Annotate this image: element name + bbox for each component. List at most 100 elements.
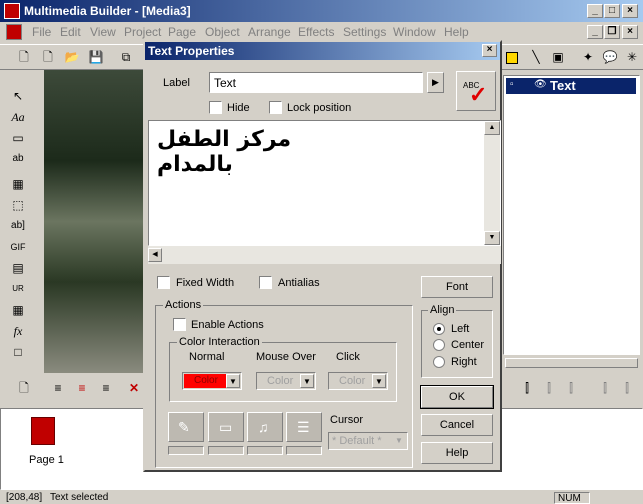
layer-stack-icon[interactable]: ≡	[96, 378, 116, 398]
scroll-up-button[interactable]: ▲	[484, 121, 500, 135]
antialias-checkbox[interactable]	[259, 276, 272, 289]
click-color-arrow[interactable]: ▼	[372, 374, 386, 388]
wand-icon[interactable]: ✦	[578, 47, 598, 67]
panel-scrollbar[interactable]	[505, 358, 638, 368]
page-thumbnail-icon[interactable]	[31, 417, 55, 445]
click-color-combo[interactable]: Color ▼	[328, 372, 388, 390]
table-tool-icon[interactable]: ▦	[8, 300, 28, 320]
mouseover-color-label: Color	[267, 375, 294, 387]
distribute-h-icon[interactable]: ⫿	[595, 378, 615, 398]
script-action-button[interactable]: ✎	[168, 412, 204, 442]
label-tool-icon[interactable]: ab	[8, 149, 28, 169]
open-icon[interactable]: 📂	[62, 47, 82, 67]
menu-help[interactable]: Help	[444, 25, 469, 39]
menu-page[interactable]: Page	[168, 25, 196, 39]
dialog-titlebar: Text Properties ×	[145, 42, 500, 60]
new-icon[interactable]: 🗋	[14, 47, 34, 67]
label-input[interactable]: Text	[209, 72, 423, 93]
page-canvas[interactable]	[44, 70, 149, 373]
page-action-indicator	[208, 446, 244, 455]
sound-action-button[interactable]: ♫	[247, 412, 283, 442]
rectangle-icon[interactable]	[506, 52, 518, 64]
menu-settings[interactable]: Settings	[343, 25, 386, 39]
menu-effects[interactable]: Effects	[298, 25, 334, 39]
spellcheck-button[interactable]: ABC ✓	[456, 71, 496, 111]
hotspot-tool-icon[interactable]: ⬚	[8, 195, 28, 215]
rect-tool-icon[interactable]: □	[8, 342, 28, 362]
maximize-button[interactable]: □	[604, 4, 620, 18]
doc-restore-button[interactable]: ❐	[604, 25, 620, 39]
text-scrollbar[interactable]: ▲ ▼	[484, 121, 500, 245]
new-page-toolbar-icon[interactable]: 🗋	[14, 378, 34, 398]
menu-view[interactable]: View	[90, 25, 116, 39]
mouseover-color-arrow[interactable]: ▼	[300, 374, 314, 388]
align-left-icon[interactable]: ⫿	[517, 378, 537, 398]
video-tool-icon[interactable]: ▤	[8, 258, 28, 278]
menu-object[interactable]: Object	[205, 25, 240, 39]
scroll-left-button[interactable]: ◀	[148, 248, 162, 262]
page-label[interactable]: Page 1	[29, 454, 64, 466]
fx-tool-icon[interactable]: fx	[8, 321, 28, 341]
doc-close-button[interactable]: ×	[622, 25, 638, 39]
save-icon[interactable]: 💾	[86, 47, 106, 67]
help-button[interactable]: Help	[421, 442, 493, 464]
dialog-close-button[interactable]: ×	[482, 44, 497, 57]
dialog-title: Text Properties	[148, 44, 235, 58]
tooltip-action-button[interactable]: ☰	[286, 412, 322, 442]
document-icon[interactable]	[6, 24, 22, 40]
menu-project[interactable]: Project	[124, 25, 161, 39]
bitmap-tool-icon[interactable]: ▦	[8, 174, 28, 194]
image-icon[interactable]: ▣	[548, 47, 568, 67]
enable-actions-checkbox[interactable]	[173, 318, 186, 331]
hide-checkbox[interactable]	[209, 101, 222, 114]
layer-red-icon[interactable]: ≡	[72, 378, 92, 398]
align-right-icon[interactable]: ⫿	[561, 378, 581, 398]
doc-minimize-button[interactable]: _	[587, 25, 603, 39]
text-editor[interactable]: مركز الطفل بالمدام ▲ ▼	[148, 120, 501, 246]
normal-color-arrow[interactable]: ▼	[226, 374, 240, 388]
cursor-arrow[interactable]: ▼	[392, 434, 406, 448]
align-right-radio[interactable]	[433, 356, 445, 368]
actions-group-title: Actions	[163, 299, 204, 311]
input-tool-icon[interactable]: ab]	[8, 216, 28, 236]
url-tool-icon[interactable]: UR	[8, 279, 28, 299]
speech-icon[interactable]: 💬	[600, 47, 620, 67]
pointer-icon[interactable]: ↖	[8, 86, 28, 106]
mouseover-color-combo[interactable]: Color ▼	[256, 372, 316, 390]
layer-icon[interactable]: ≡	[48, 378, 68, 398]
distribute-v-icon[interactable]: ⫿	[617, 378, 637, 398]
cursor-combo[interactable]: * Default * ▼	[328, 432, 408, 450]
page-action-button[interactable]: ▭	[208, 412, 244, 442]
close-button[interactable]: ×	[622, 4, 638, 18]
lock-position-checkbox[interactable]	[269, 101, 282, 114]
button-tool-icon[interactable]: ▭	[8, 128, 28, 148]
cancel-button[interactable]: Cancel	[421, 414, 493, 436]
sparkle-icon[interactable]: ✳	[622, 47, 642, 67]
menu-arrange[interactable]: Arrange	[248, 25, 291, 39]
label-arrow-button[interactable]: ▶	[427, 72, 444, 93]
text-tool-icon[interactable]: Aa	[8, 107, 28, 127]
gif-tool-icon[interactable]: GIF	[8, 237, 28, 257]
menubar: File Edit View Project Page Object Arran…	[0, 22, 643, 42]
align-center-icon[interactable]: ⫿	[539, 378, 559, 398]
app-title: Multimedia Builder - [Media3]	[24, 4, 191, 18]
ok-button[interactable]: OK	[420, 385, 494, 409]
objects-list-item[interactable]: ▫ 👁 Text	[506, 78, 636, 94]
text-hscrollbar[interactable]: ◀	[148, 246, 501, 264]
delete-icon[interactable]: ✕	[124, 378, 144, 398]
align-left-radio[interactable]	[433, 323, 445, 335]
menu-edit[interactable]: Edit	[60, 25, 81, 39]
menu-file[interactable]: File	[32, 25, 51, 39]
align-center-radio[interactable]	[433, 339, 445, 351]
font-button[interactable]: Font	[421, 276, 493, 298]
fixed-width-checkbox[interactable]	[157, 276, 170, 289]
line-icon[interactable]: ╲	[526, 47, 546, 67]
visible-eye-icon[interactable]: 👁	[534, 79, 547, 90]
minimize-button[interactable]: _	[587, 4, 603, 18]
menu-window[interactable]: Window	[393, 25, 436, 39]
scroll-down-button[interactable]: ▼	[484, 231, 500, 245]
normal-color-combo[interactable]: Color ▼	[182, 372, 242, 390]
copy-icon[interactable]: ⧉	[116, 47, 136, 67]
fixed-width-label: Fixed Width	[176, 277, 235, 289]
new-page-icon[interactable]: 🗋	[38, 47, 58, 67]
